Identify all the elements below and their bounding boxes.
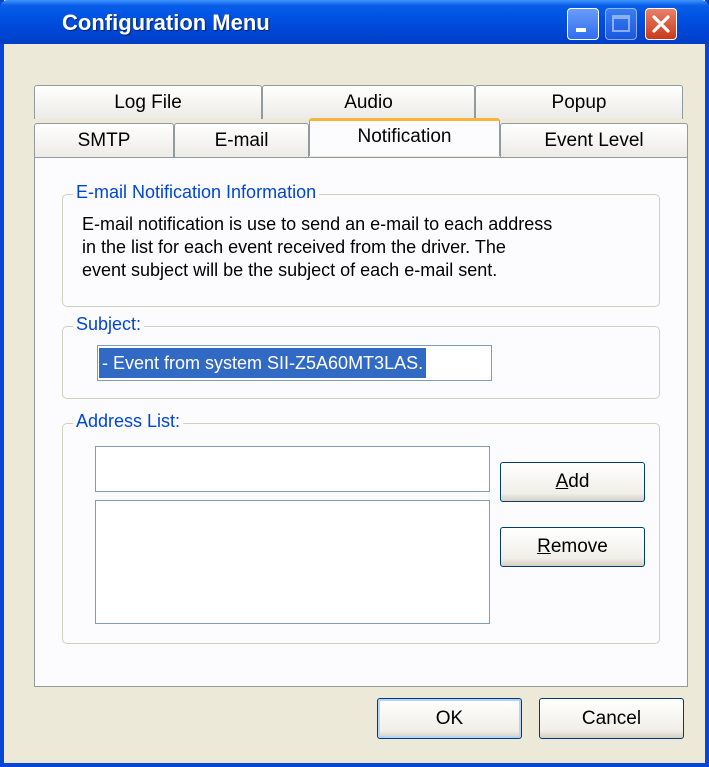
address-group-legend: Address List: (73, 411, 184, 432)
tab-event-level[interactable]: Event Level (500, 123, 688, 157)
minimize-icon (576, 28, 586, 32)
close-icon (652, 15, 670, 33)
configuration-window: Configuration Menu Log File Audio Popup … (0, 0, 709, 767)
tab-smtp[interactable]: SMTP (34, 123, 174, 157)
address-listbox[interactable] (95, 500, 490, 624)
info-text-block: E-mail notification is use to send an e-… (62, 194, 660, 307)
add-button[interactable]: Add (500, 462, 645, 502)
remove-button-label: emove (550, 536, 608, 557)
subject-group-legend: Subject: (73, 314, 145, 335)
address-input[interactable] (95, 446, 490, 492)
minimize-button[interactable] (567, 8, 599, 40)
tab-email[interactable]: E-mail (174, 123, 309, 157)
window-title: Configuration Menu (62, 10, 270, 35)
info-line-2: in the list for each event received from… (82, 237, 506, 257)
info-line-3: event subject will be the subject of eac… (82, 260, 498, 280)
maximize-icon (612, 15, 630, 32)
maximize-button[interactable] (605, 8, 637, 40)
info-line-1: E-mail notification is use to send an e-… (82, 214, 553, 234)
ok-button[interactable]: OK (377, 698, 522, 739)
info-description: E-mail notification is use to send an e-… (82, 213, 672, 282)
add-button-label: dd (568, 471, 590, 492)
title-bar[interactable]: Configuration Menu (0, 0, 709, 44)
tab-popup[interactable]: Popup (475, 85, 683, 119)
remove-button[interactable]: Remove (500, 527, 645, 567)
subject-input[interactable]: - Event from system SII-Z5A60MT3LAS. (97, 345, 492, 381)
remove-button-accel: R (537, 536, 551, 557)
tab-audio[interactable]: Audio (262, 85, 475, 119)
tab-notification[interactable]: Notification (309, 118, 500, 156)
tab-log-file[interactable]: Log File (34, 85, 262, 119)
close-button[interactable] (645, 8, 677, 40)
add-button-accel: A (555, 471, 569, 492)
subject-value: - Event from system SII-Z5A60MT3LAS. (99, 348, 427, 378)
cancel-button[interactable]: Cancel (539, 698, 684, 739)
